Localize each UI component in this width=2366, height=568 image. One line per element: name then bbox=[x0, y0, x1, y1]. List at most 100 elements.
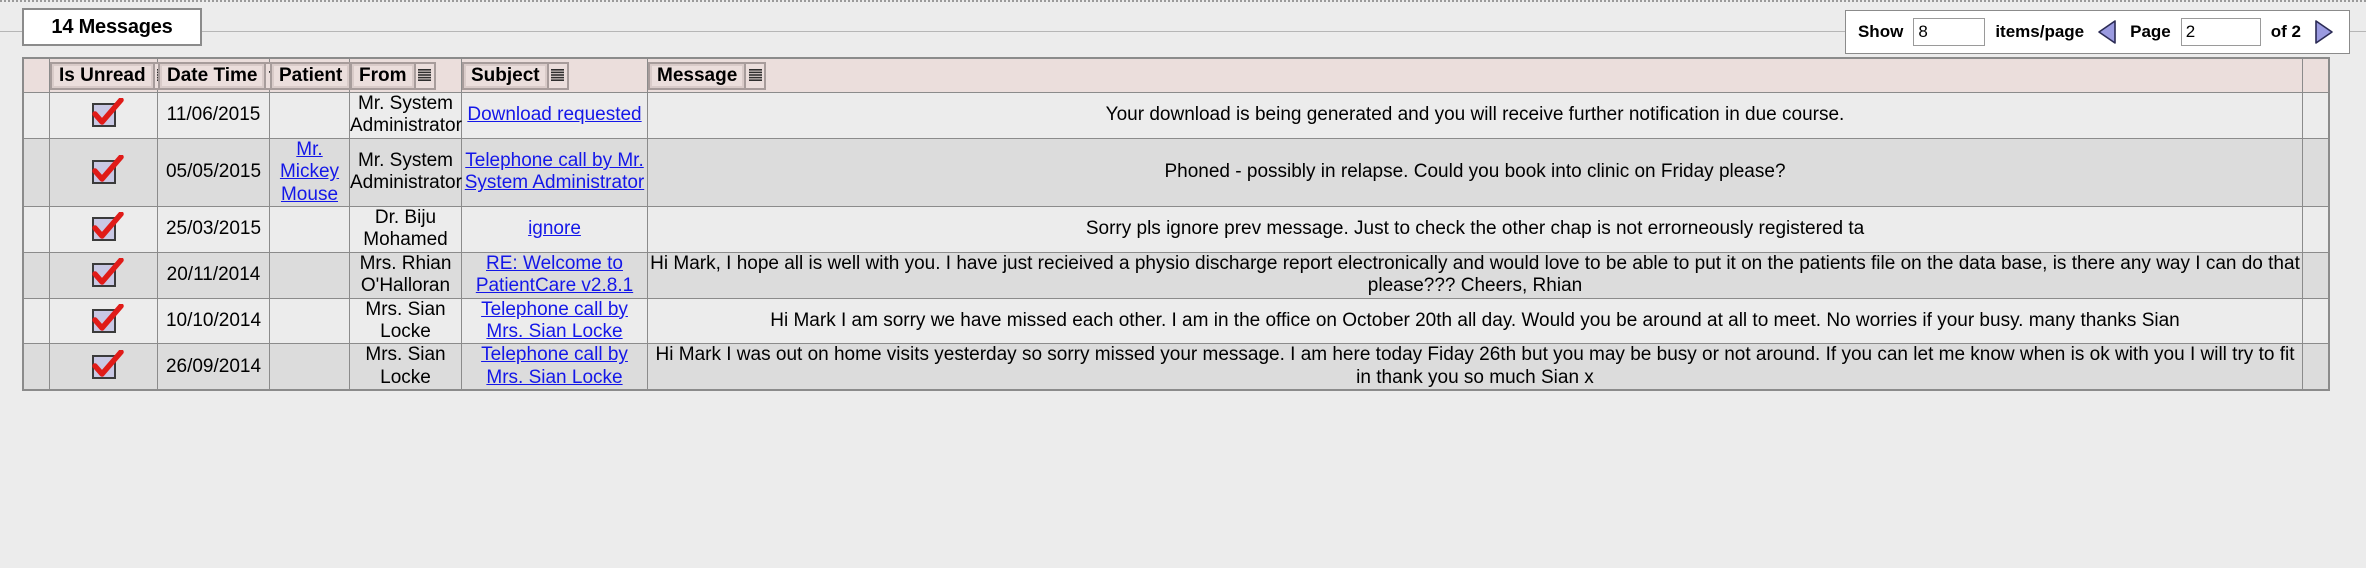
cell-from: Mr. System Administrator bbox=[349, 137, 462, 208]
row-select-cell[interactable] bbox=[23, 206, 50, 253]
cell-message: Hi Mark I was out on home visits yesterd… bbox=[647, 343, 2303, 391]
is-unread-checkbox[interactable] bbox=[91, 304, 124, 334]
column-header-from-label: From bbox=[352, 63, 414, 88]
column-header-date-time-label: Date Time bbox=[160, 63, 265, 88]
column-header-date-time[interactable]: Date Time bbox=[157, 58, 287, 93]
cell-date-time: 25/03/2015 bbox=[157, 206, 270, 253]
cell-date-time: 11/06/2015 bbox=[157, 92, 270, 139]
cell-patient[interactable] bbox=[269, 251, 350, 299]
cell-message: Sorry pls ignore prev message. Just to c… bbox=[647, 206, 2303, 253]
is-unread-checkbox[interactable] bbox=[91, 212, 124, 242]
cell-message: Your download is being generated and you… bbox=[647, 92, 2303, 139]
table-row[interactable]: 05/05/2015 Mr. Mickey Mouse Mr. System Adm… bbox=[23, 137, 2329, 208]
cell-subject-link[interactable]: Telephone call by Mr. System Administrat… bbox=[465, 150, 645, 193]
column-header-is-unread[interactable]: Is Unread bbox=[49, 58, 175, 93]
table-row[interactable]: 20/11/2014 Mrs. Rhian O'Halloran RE: Welco… bbox=[23, 251, 2329, 299]
cell-subject[interactable]: RE: Welcome to PatientCare v2.8.1 bbox=[461, 251, 648, 299]
row-select-cell[interactable] bbox=[23, 137, 50, 208]
table-row[interactable]: 10/10/2014 Mrs. Sian Locke Telephone call … bbox=[23, 297, 2329, 345]
cell-subject[interactable]: Download requested bbox=[461, 92, 648, 139]
cell-is-unread[interactable] bbox=[49, 137, 158, 208]
column-header-patient-label: Patient bbox=[272, 63, 350, 88]
row-select-cell[interactable] bbox=[23, 251, 50, 299]
page-label: Page bbox=[2130, 22, 2171, 41]
row-trailing-spacer bbox=[2302, 92, 2329, 139]
column-menu-icon-message[interactable] bbox=[744, 63, 765, 88]
row-trailing-spacer bbox=[2302, 343, 2329, 391]
column-header-message[interactable]: Message bbox=[647, 58, 2303, 93]
is-unread-checkbox[interactable] bbox=[91, 155, 124, 185]
row-trailing-spacer bbox=[2302, 251, 2329, 299]
tab-messages[interactable]: 14 Messages bbox=[22, 8, 202, 46]
cell-subject[interactable]: Telephone call by Mrs. Sian Locke bbox=[461, 343, 648, 391]
cell-patient[interactable] bbox=[269, 297, 350, 345]
row-trailing-spacer bbox=[2302, 137, 2329, 208]
cell-subject-link[interactable]: Download requested bbox=[467, 104, 641, 125]
column-header-subject[interactable]: Subject bbox=[461, 58, 648, 93]
cell-is-unread[interactable] bbox=[49, 297, 158, 345]
cell-message: Hi Mark I am sorry we have missed each o… bbox=[647, 297, 2303, 345]
column-menu-icon-subject[interactable] bbox=[546, 63, 567, 88]
cell-subject-link[interactable]: Telephone call by Mrs. Sian Locke bbox=[481, 344, 628, 387]
column-header-from[interactable]: From bbox=[349, 58, 462, 93]
table-row[interactable]: 26/09/2014 Mrs. Sian Locke Telephone call … bbox=[23, 343, 2329, 391]
column-header-patient[interactable]: Patient bbox=[269, 58, 372, 93]
table-row[interactable]: 25/03/2015 Dr. Biju Mohamed ignore Sorry pl… bbox=[23, 206, 2329, 253]
cell-from: Mrs. Sian Locke bbox=[349, 343, 462, 391]
table-body: 11/06/2015 Mr. System Administrator Downlo… bbox=[23, 92, 2329, 391]
table-header: Is Unread Date Time Patient From Subject… bbox=[23, 58, 2329, 93]
row-select-cell[interactable] bbox=[23, 297, 50, 345]
is-unread-checkbox[interactable] bbox=[91, 258, 124, 288]
cell-subject-link[interactable]: ignore bbox=[528, 218, 581, 239]
cell-subject[interactable]: Telephone call by Mr. System Administrat… bbox=[461, 137, 648, 208]
cell-date-time: 20/11/2014 bbox=[157, 251, 270, 299]
show-label: Show bbox=[1857, 22, 1904, 41]
cell-patient-link[interactable]: Mr. Mickey Mouse bbox=[280, 139, 339, 205]
column-header-message-label: Message bbox=[650, 63, 745, 88]
top-dotted-rule bbox=[0, 0, 2366, 2]
cell-is-unread[interactable] bbox=[49, 92, 158, 139]
cell-from: Mrs. Sian Locke bbox=[349, 297, 462, 345]
row-trailing-spacer bbox=[2302, 297, 2329, 345]
cell-subject-link[interactable]: Telephone call by Mrs. Sian Locke bbox=[481, 299, 628, 342]
cell-is-unread[interactable] bbox=[49, 206, 158, 253]
cell-is-unread[interactable] bbox=[49, 343, 158, 391]
cell-patient[interactable]: Mr. Mickey Mouse bbox=[269, 137, 350, 208]
cell-from: Mrs. Rhian O'Halloran bbox=[349, 251, 462, 299]
cell-from: Dr. Biju Mohamed bbox=[349, 206, 462, 253]
cell-date-time: 10/10/2014 bbox=[157, 297, 270, 345]
messages-table-container: Is Unread Date Time Patient From Subject… bbox=[22, 57, 2330, 392]
pagination-toolbar: Show items/page Page of 2 bbox=[1844, 10, 2350, 54]
header-row: Is Unread Date Time Patient From Subject… bbox=[23, 58, 2329, 93]
triangle-right-icon[interactable] bbox=[2311, 17, 2337, 47]
cell-date-time: 05/05/2015 bbox=[157, 137, 270, 208]
row-trailing-spacer bbox=[2302, 206, 2329, 253]
triangle-left-icon[interactable] bbox=[2094, 17, 2120, 47]
messages-table: Is Unread Date Time Patient From Subject… bbox=[23, 58, 2329, 391]
is-unread-checkbox[interactable] bbox=[91, 349, 124, 379]
items-per-page-label: items/page bbox=[1995, 22, 2085, 41]
is-unread-checkbox[interactable] bbox=[91, 98, 124, 128]
table-row[interactable]: 11/06/2015 Mr. System Administrator Downlo… bbox=[23, 92, 2329, 139]
messages-grid-page: 14 Messages Show items/page Page of 2 bbox=[0, 0, 2366, 568]
cell-patient[interactable] bbox=[269, 343, 350, 391]
page-number-input[interactable] bbox=[2180, 18, 2261, 46]
cell-subject-link[interactable]: RE: Welcome to PatientCare v2.8.1 bbox=[476, 253, 633, 296]
tab-messages-label: 14 Messages bbox=[51, 15, 173, 38]
total-pages-label: of 2 bbox=[2270, 22, 2301, 41]
cell-patient[interactable] bbox=[269, 206, 350, 253]
cell-subject[interactable]: Telephone call by Mrs. Sian Locke bbox=[461, 297, 648, 345]
header-trailing-spacer bbox=[2302, 58, 2329, 93]
column-header-subject-label: Subject bbox=[464, 63, 547, 88]
cell-date-time: 26/09/2014 bbox=[157, 343, 270, 391]
row-select-cell[interactable] bbox=[23, 343, 50, 391]
cell-message: Phoned - possibly in relapse. Could you … bbox=[647, 137, 2303, 208]
cell-subject[interactable]: ignore bbox=[461, 206, 648, 253]
cell-is-unread[interactable] bbox=[49, 251, 158, 299]
column-menu-icon-from[interactable] bbox=[413, 63, 434, 88]
items-per-page-input[interactable] bbox=[1913, 18, 1986, 46]
cell-message: Hi Mark, I hope all is well with you. I … bbox=[647, 251, 2303, 299]
header-select-all[interactable] bbox=[23, 58, 50, 93]
cell-patient[interactable] bbox=[269, 92, 350, 139]
row-select-cell[interactable] bbox=[23, 92, 50, 139]
